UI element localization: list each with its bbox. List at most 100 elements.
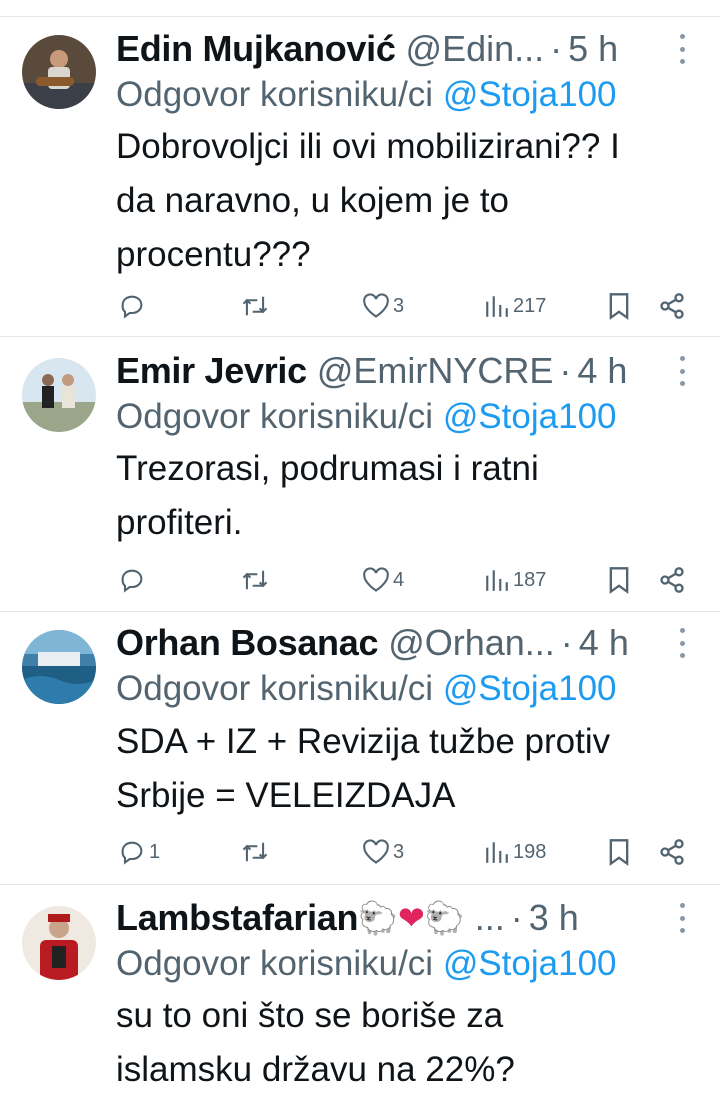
sheep-emoji: 🐑 <box>358 899 399 937</box>
tweet-text-line: Trezorasi, podrumasi i ratni <box>116 449 539 488</box>
more-icon[interactable] <box>678 628 686 658</box>
like-icon <box>362 567 390 593</box>
action-bar: 4 187 <box>116 563 696 597</box>
more-icon[interactable] <box>678 903 686 933</box>
views-button[interactable]: 217 <box>484 289 546 323</box>
reply-context: Odgovor korisniku/ci @Stoja100 <box>116 397 617 437</box>
tweet-text-line: da naravno, u kojem je to <box>116 181 510 220</box>
reply-context: Odgovor korisniku/ci @Stoja100 <box>116 944 617 984</box>
like-button[interactable]: 4 <box>362 563 404 597</box>
tweet[interactable]: Orhan Bosanac @Orhan... · 4 h Odgovor ko… <box>0 613 720 885</box>
tweet-header: Edin Mujkanović @Edin... · 5 h <box>116 27 692 71</box>
mention-link[interactable]: @Stoja100 <box>443 669 617 708</box>
avatar[interactable] <box>22 630 96 704</box>
reply-button[interactable]: 1 <box>118 835 160 869</box>
separator-dot: · <box>510 897 523 938</box>
like-icon <box>362 839 390 865</box>
views-icon <box>484 839 510 865</box>
more-icon[interactable] <box>678 356 686 386</box>
reply-button[interactable] <box>118 563 149 597</box>
mention-link[interactable]: @Stoja100 <box>443 944 617 983</box>
reply-icon <box>118 838 146 866</box>
retweet-icon <box>240 838 270 866</box>
timestamp[interactable]: 4 h <box>577 350 627 392</box>
like-button[interactable]: 3 <box>362 289 404 323</box>
reply-context: Odgovor korisniku/ci @Stoja100 <box>116 75 617 115</box>
tweet-divider <box>0 884 720 885</box>
reply-prefix: Odgovor korisniku/ci <box>116 944 434 983</box>
username-handle[interactable]: @Edin... <box>406 28 545 70</box>
views-icon <box>484 567 510 593</box>
display-name[interactable]: Orhan Bosanac <box>116 622 378 664</box>
reply-prefix: Odgovor korisniku/ci <box>116 75 434 114</box>
timestamp[interactable]: 3 h <box>529 897 579 939</box>
display-name[interactable]: Emir Jevric <box>116 350 307 392</box>
tweet-text-line: islamsku državu na 22%? <box>116 1050 515 1089</box>
views-count: 187 <box>513 568 547 591</box>
views-count: 198 <box>513 840 547 863</box>
username-handle[interactable]: ... <box>475 897 505 939</box>
share-button[interactable] <box>658 289 686 323</box>
reply-context: Odgovor korisniku/ci @Stoja100 <box>116 669 617 709</box>
bookmark-icon <box>608 566 630 594</box>
tweet[interactable]: Emir Jevric @EmirNYCRE · 4 h Odgovor kor… <box>0 338 720 612</box>
like-button[interactable]: 3 <box>362 835 404 869</box>
like-count: 3 <box>393 294 405 317</box>
views-count: 217 <box>513 294 547 317</box>
tweet-header: Emir Jevric @EmirNYCRE · 4 h <box>116 349 692 393</box>
retweet-button[interactable] <box>240 563 270 597</box>
share-button[interactable] <box>658 563 686 597</box>
bookmark-icon <box>608 292 630 320</box>
views-button[interactable]: 198 <box>484 835 546 869</box>
username-handle[interactable]: @Orhan... <box>388 622 555 664</box>
action-bar: 3 217 <box>116 289 696 323</box>
share-button[interactable] <box>658 835 686 869</box>
tweet-text: SDA + IZ + Revizija tužbe protiv Srbije … <box>116 715 696 823</box>
like-count: 4 <box>393 568 405 591</box>
tweet-text: Dobrovoljci ili ovi mobilizirani?? I da … <box>116 120 696 282</box>
mention-link[interactable]: @Stoja100 <box>443 397 617 436</box>
reply-icon <box>118 566 146 594</box>
tweet-header: Orhan Bosanac @Orhan... · 4 h <box>116 621 692 665</box>
more-icon[interactable] <box>678 34 686 64</box>
avatar[interactable] <box>22 906 96 980</box>
separator-dot: · <box>559 350 572 391</box>
tweet-text-line: Dobrovoljci ili ovi mobilizirani?? I <box>116 127 620 166</box>
tweet-text: su to oni što se boriše za islamsku drža… <box>116 989 696 1097</box>
views-button[interactable]: 187 <box>484 563 546 597</box>
reply-icon <box>118 292 146 320</box>
heart-emoji: ❤ <box>398 899 425 937</box>
avatar[interactable] <box>22 35 96 109</box>
tweet-divider <box>0 611 720 612</box>
display-name[interactable]: Edin Mujkanović <box>116 28 396 70</box>
mention-link[interactable]: @Stoja100 <box>443 75 617 114</box>
share-icon <box>658 838 686 866</box>
like-icon <box>362 293 390 319</box>
views-icon <box>484 293 510 319</box>
bookmark-button[interactable] <box>608 835 630 869</box>
tweet-text-line: profiteri. <box>116 503 243 542</box>
retweet-icon <box>240 566 270 594</box>
tweet-text-line: su to oni što se boriše za <box>116 996 504 1035</box>
reply-button[interactable] <box>118 289 149 323</box>
share-icon <box>658 292 686 320</box>
username-handle[interactable]: @EmirNYCRE <box>317 350 554 392</box>
bookmark-button[interactable] <box>608 563 630 597</box>
timestamp[interactable]: 4 h <box>579 622 629 664</box>
bookmark-button[interactable] <box>608 289 630 323</box>
retweet-icon <box>240 292 270 320</box>
tweet-text: Trezorasi, podrumasi i ratni profiteri. <box>116 442 696 550</box>
avatar[interactable] <box>22 358 96 432</box>
tweet[interactable]: Edin Mujkanović @Edin... · 5 h Odgovor k… <box>0 17 720 337</box>
reply-prefix: Odgovor korisniku/ci <box>116 669 434 708</box>
tweet-text-line: Srbije = VELEIZDAJA <box>116 776 456 815</box>
tweet-divider <box>0 336 720 337</box>
share-icon <box>658 566 686 594</box>
action-bar: 1 3 198 <box>116 835 696 869</box>
tweet-text-line: SDA + IZ + Revizija tužbe protiv <box>116 722 611 761</box>
retweet-button[interactable] <box>240 835 270 869</box>
timestamp[interactable]: 5 h <box>568 28 618 70</box>
display-name[interactable]: Lambstafarian <box>116 897 358 939</box>
tweet[interactable]: Lambstafarian 🐑 ❤ 🐑 ... · 3 h Odgovor ko… <box>0 886 720 1095</box>
retweet-button[interactable] <box>240 289 270 323</box>
